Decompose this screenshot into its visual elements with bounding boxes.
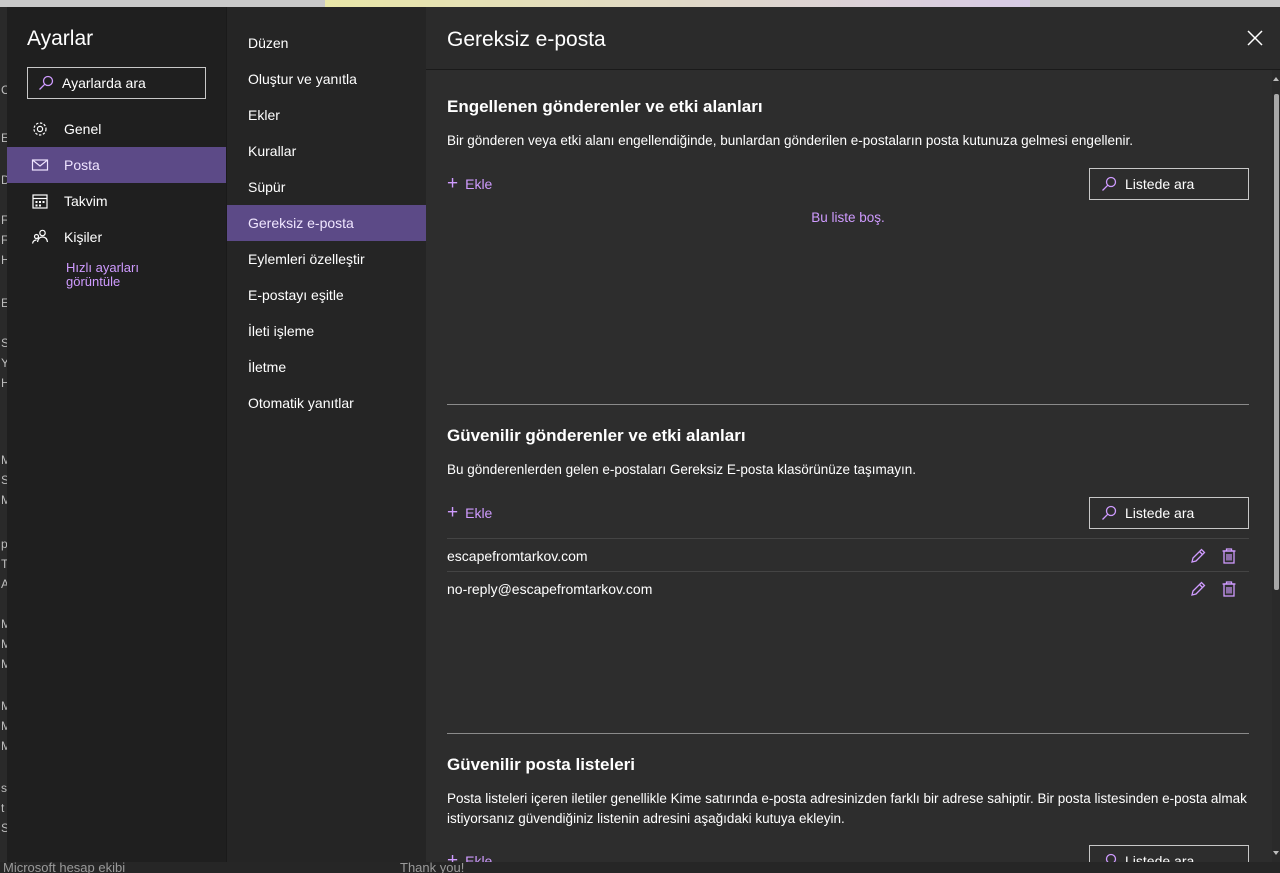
safe-add-button[interactable]: + Ekle	[447, 503, 492, 523]
search-icon	[1102, 176, 1117, 191]
mail-nav-item[interactable]: Süpür	[227, 169, 427, 205]
safe-section-description: Bu gönderenlerden gelen e-postaları Gere…	[447, 462, 917, 477]
mail-nav-item[interactable]: Düzen	[227, 25, 427, 61]
section-divider	[447, 404, 1249, 405]
list-search-label: Listede ara	[1125, 853, 1195, 862]
settings-title: Ayarlar	[27, 27, 94, 50]
mailing-lists-add-button[interactable]: + Ekle	[447, 851, 492, 862]
safe-section-title: Güvenilir gönderenler ve etki alanları	[447, 426, 746, 445]
settings-search-placeholder: Ayarlarda ara	[62, 75, 146, 91]
mail-nav-item[interactable]: İletme	[227, 349, 427, 385]
category-label: Genel	[64, 121, 102, 137]
scrollbar-thumb[interactable]	[1274, 94, 1279, 590]
edit-icon[interactable]	[1189, 580, 1207, 598]
mailing-lists-search[interactable]: Listede ara	[1089, 845, 1249, 862]
safe-sender-row: no-reply@escapefromtarkov.com	[447, 571, 1249, 605]
background-bottom-strip: Microsoft hesap ekibi Thank you!	[0, 862, 1280, 873]
mail-nav-item[interactable]: E-postayı eşitle	[227, 277, 427, 313]
category-takvim[interactable]: Takvim	[7, 183, 226, 219]
category-label: Kişiler	[64, 229, 103, 245]
search-icon	[39, 75, 54, 90]
safe-list-search[interactable]: Listede ara	[1089, 497, 1249, 529]
settings-search-input[interactable]: Ayarlarda ara	[27, 67, 206, 99]
mail-nav-item[interactable]: Kurallar	[227, 133, 427, 169]
page-title: Gereksiz e-posta	[447, 28, 606, 51]
background-preview-text: Thank you!	[400, 862, 465, 873]
blocked-section-description: Bir gönderen veya etki alanı engellendiğ…	[447, 133, 1133, 148]
delete-icon[interactable]	[1220, 547, 1238, 565]
search-icon	[1102, 505, 1117, 520]
pane-content: Engellenen gönderenler ve etki alanları …	[447, 70, 1249, 862]
settings-dialog: Ayarlar Ayarlarda ara Genel Posta Takvim…	[7, 7, 1280, 862]
background-topbar-strip	[325, 0, 1030, 7]
safe-sender-address: no-reply@escapefromtarkov.com	[447, 580, 653, 597]
background-sender-text: Microsoft hesap ekibi	[3, 862, 126, 873]
edit-icon[interactable]	[1189, 547, 1207, 565]
section-divider	[447, 733, 1249, 734]
plus-icon: +	[447, 173, 459, 194]
pane-header: Gereksiz e-posta	[426, 7, 1280, 70]
safe-sender-address: escapefromtarkov.com	[447, 547, 588, 564]
add-label: Ekle	[465, 853, 493, 862]
calendar-icon	[32, 194, 48, 209]
plus-icon: +	[447, 850, 459, 862]
mail-nav-item[interactable]: Eylemleri özelleştir	[227, 241, 427, 277]
safe-sender-row: escapefromtarkov.com	[447, 538, 1249, 572]
mail-nav-item[interactable]: Oluştur ve yanıtla	[227, 61, 427, 97]
mail-nav-item[interactable]: İleti işleme	[227, 313, 427, 349]
mail-settings-nav: Düzen Oluştur ve yanıtla Ekler Kurallar …	[226, 7, 427, 862]
blocked-section-title: Engellenen gönderenler ve etki alanları	[447, 97, 763, 116]
category-label: Posta	[64, 157, 100, 173]
mail-nav-item[interactable]: Ekler	[227, 97, 427, 133]
quick-settings-link[interactable]: Hızlı ayarları görüntüle	[66, 261, 186, 289]
list-search-label: Listede ara	[1125, 505, 1195, 521]
mail-nav-item-selected[interactable]: Gereksiz e-posta	[227, 205, 427, 241]
add-label: Ekle	[465, 176, 493, 192]
people-icon	[31, 229, 49, 244]
plus-icon: +	[447, 502, 459, 523]
category-genel[interactable]: Genel	[7, 111, 226, 147]
mailing-lists-description: Posta listeleri içeren iletiler genellik…	[447, 791, 1247, 826]
mail-icon	[31, 159, 49, 171]
background-letter: t	[1, 801, 5, 815]
category-label: Takvim	[64, 193, 108, 209]
settings-category-nav: Ayarlar Ayarlarda ara Genel Posta Takvim…	[7, 7, 226, 862]
blocked-empty-message: Bu liste boş.	[811, 210, 885, 225]
pane-scrollbar[interactable]	[1272, 70, 1280, 862]
delete-icon[interactable]	[1220, 580, 1238, 598]
search-icon	[1105, 853, 1117, 862]
blocked-list-search[interactable]: Listede ara	[1089, 168, 1249, 200]
list-search-label: Listede ara	[1125, 176, 1195, 192]
scroll-down-arrow-icon[interactable]	[1273, 850, 1279, 856]
mail-nav-item[interactable]: Otomatik yanıtlar	[227, 385, 427, 421]
gear-icon	[33, 122, 47, 136]
background-left-letters: C E D F F H E S Y H M S M p T A M M M M …	[0, 7, 7, 873]
category-posta[interactable]: Posta	[7, 147, 226, 183]
blocked-add-button[interactable]: + Ekle	[447, 174, 492, 194]
mailing-lists-section-title: Güvenilir posta listeleri	[447, 755, 636, 774]
close-icon[interactable]	[1246, 29, 1264, 47]
scroll-up-arrow-icon[interactable]	[1273, 76, 1279, 82]
add-label: Ekle	[465, 505, 493, 521]
category-kisiler[interactable]: Kişiler	[7, 219, 226, 255]
junk-email-pane: Gereksiz e-posta Engellenen gönderenler …	[426, 7, 1280, 862]
